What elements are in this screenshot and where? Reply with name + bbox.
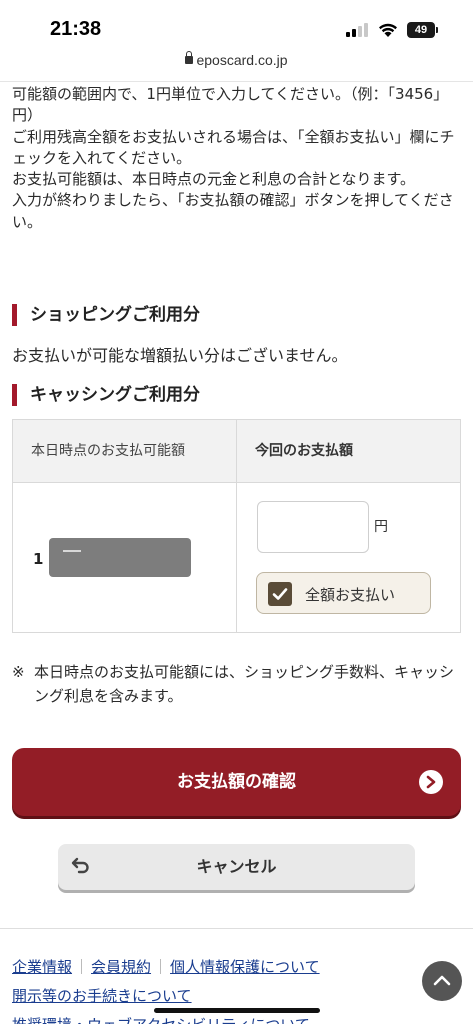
footer-separator bbox=[160, 959, 162, 974]
wifi-icon bbox=[379, 23, 397, 37]
redacted-amount bbox=[49, 538, 191, 577]
status-time: 21:38 bbox=[50, 18, 102, 40]
column-header-available: 本日時点のお支払可能額 bbox=[13, 420, 237, 483]
home-indicator bbox=[154, 1008, 320, 1013]
instructions-text: 可能額の範囲内で、1円単位で入力してください。（例：「3456」円） ご利用残高… bbox=[12, 84, 462, 233]
chevron-up-icon bbox=[433, 975, 451, 986]
cancel-button[interactable]: キャンセル bbox=[58, 844, 415, 890]
instruction-line: お支払可能額は、本日時点の元金と利息の合計となります。 bbox=[12, 170, 416, 189]
footer-link-disclosure[interactable]: 開示等のお手続きについて bbox=[12, 987, 192, 1005]
payment-table: 本日時点のお支払可能額 今回のお支払額 1 円 全額お支払い bbox=[12, 419, 461, 633]
battery-icon: 49 bbox=[407, 22, 435, 38]
chevron-right-icon bbox=[419, 770, 443, 794]
footer-divider bbox=[0, 928, 473, 929]
column-header-payment: 今回のお支払額 bbox=[237, 420, 460, 483]
note-text: 本日時点のお支払可能額には、ショッピング手数料、キャッシング利息を含みます。 bbox=[34, 663, 455, 705]
cellular-signal-icon bbox=[346, 23, 368, 37]
url-domain: eposcard.co.jp bbox=[196, 52, 288, 68]
scroll-to-top-button[interactable] bbox=[422, 961, 462, 1001]
footer-link-privacy[interactable]: 個人情報保護について bbox=[170, 958, 320, 976]
confirm-payment-button[interactable]: お支払額の確認 bbox=[12, 748, 461, 816]
lock-icon bbox=[185, 51, 194, 64]
footer-links: 企業情報 会員規約 個人情報保護について 開示等のお手続きについて 推奨環境・ウェブ… bbox=[12, 953, 412, 1024]
checkmark-icon[interactable] bbox=[268, 582, 292, 606]
shopping-heading: ショッピングご利用分 bbox=[12, 304, 200, 326]
cashing-heading: キャッシングご利用分 bbox=[12, 384, 200, 406]
battery-tip bbox=[436, 27, 438, 33]
confirm-button-label: お支払額の確認 bbox=[177, 772, 296, 792]
status-bar: 21:38 49 bbox=[0, 0, 473, 52]
available-amount-prefix: 1 bbox=[33, 550, 44, 568]
full-payment-checkbox[interactable]: 全額お支払い bbox=[256, 572, 431, 614]
cancel-button-label: キャンセル bbox=[196, 857, 277, 876]
instruction-line: ご利用残高全額をお支払いされる場合は、「全額お支払い」欄にチェックを入れてくださ… bbox=[12, 127, 455, 167]
instruction-line: 入力が終わりましたら、「お支払額の確認」ボタンを押してください。 bbox=[12, 191, 454, 231]
shopping-message: お支払いが可能な増額払い分はございません。 bbox=[12, 346, 348, 365]
footer-separator bbox=[81, 959, 83, 974]
payment-amount-cell: 円 全額お支払い bbox=[237, 483, 460, 632]
payment-amount-input[interactable] bbox=[257, 501, 369, 553]
back-arrow-icon bbox=[71, 857, 89, 874]
note: ※ 本日時点のお支払可能額には、ショッピング手数料、キャッシング利息を含みます。 bbox=[12, 660, 462, 708]
footer-link-company[interactable]: 企業情報 bbox=[12, 958, 72, 976]
url-bar[interactable]: eposcard.co.jp bbox=[0, 51, 473, 82]
full-payment-label: 全額お支払い bbox=[305, 586, 396, 604]
available-amount-cell: 1 bbox=[13, 483, 237, 632]
footer-link-accessibility[interactable]: 推奨環境・ウェブアクセシビリティについて bbox=[12, 1016, 310, 1024]
footer-link-terms[interactable]: 会員規約 bbox=[91, 958, 151, 976]
note-mark: ※ bbox=[12, 663, 25, 681]
yen-unit: 円 bbox=[374, 519, 388, 535]
instruction-line: 可能額の範囲内で、1円単位で入力してください。（例：「3456」円） bbox=[12, 85, 449, 125]
